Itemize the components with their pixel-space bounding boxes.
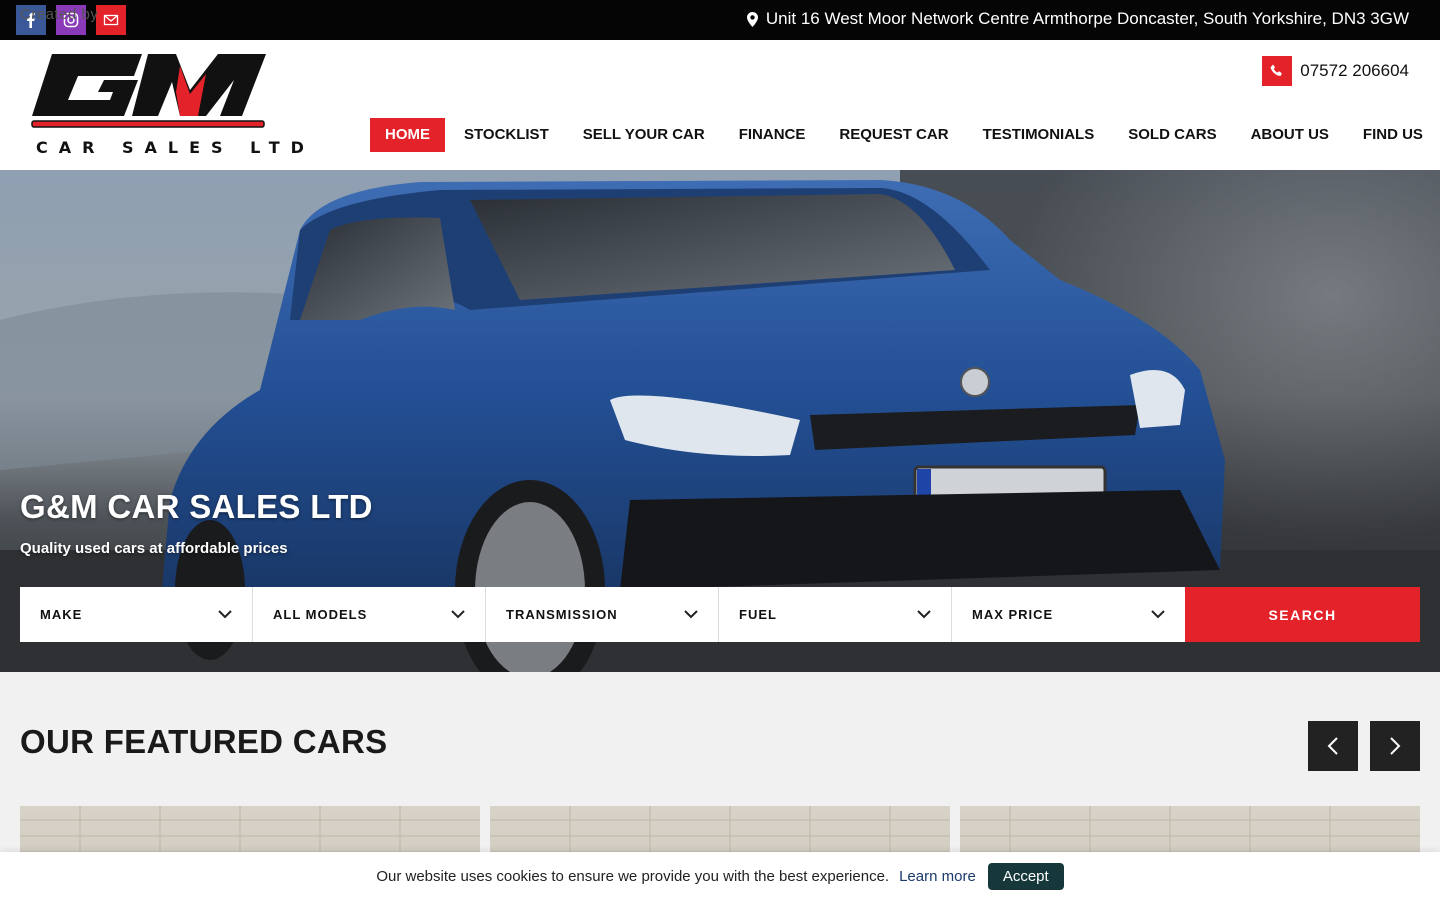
map-pin-icon (746, 11, 758, 27)
transmission-select[interactable]: TRANSMISSION (486, 587, 719, 642)
make-select-label: MAKE (40, 607, 83, 622)
hero-subtitle: Quality used cars at affordable prices (20, 540, 288, 557)
address-text: Unit 16 West Moor Network Centre Armthor… (765, 9, 1409, 28)
phone-contact[interactable]: 07572 206604 (1262, 56, 1409, 86)
nav-sell-your-car[interactable]: SELL YOUR CAR (568, 118, 720, 152)
chevron-down-icon (451, 610, 465, 619)
logo-tagline: CAR SALES LTD (36, 138, 315, 157)
chevron-down-icon (218, 610, 232, 619)
fuel-select[interactable]: FUEL (719, 587, 952, 642)
nav-stocklist[interactable]: STOCKLIST (449, 118, 564, 152)
hero-title: G&M CAR SALES LTD (20, 488, 373, 525)
main-nav: HOME STOCKLIST SELL YOUR CAR FINANCE REQ… (370, 118, 1440, 152)
hero-banner: G&M CAR SALES LTD Quality used cars at a… (0, 170, 1440, 672)
cookie-message: Our website uses cookies to ensure we pr… (376, 867, 890, 885)
chevron-down-icon (1151, 610, 1165, 619)
search-filter-bar: MAKE ALL MODELS TRANSMISSION FUEL MAX PR… (20, 587, 1420, 642)
nav-request-car[interactable]: REQUEST CAR (824, 118, 963, 152)
email-button[interactable] (96, 5, 126, 35)
site-header: CAR SALES LTD 07572 206604 HOME STOCKLIS… (0, 40, 1440, 170)
model-select-label: ALL MODELS (273, 607, 368, 622)
chevron-right-icon (1390, 737, 1401, 755)
nav-sold-cars[interactable]: SOLD CARS (1113, 118, 1231, 152)
top-bar: Created by Unit 16 West Moor Network Cen… (0, 0, 1440, 40)
search-button[interactable]: SEARCH (1185, 587, 1420, 642)
transmission-select-label: TRANSMISSION (506, 607, 618, 622)
address: Unit 16 West Moor Network Centre Armthor… (746, 9, 1409, 29)
cookie-accept-button[interactable]: Accept (987, 862, 1064, 890)
nav-find-us[interactable]: FIND US (1348, 118, 1438, 152)
nav-testimonials[interactable]: TESTIMONIALS (968, 118, 1110, 152)
phone-icon-box (1262, 56, 1293, 86)
model-select[interactable]: ALL MODELS (253, 587, 486, 642)
chevron-down-icon (917, 610, 931, 619)
logo[interactable]: CAR SALES LTD (30, 52, 304, 158)
max-price-select-label: MAX PRICE (972, 607, 1054, 622)
phone-icon (1270, 64, 1283, 76)
carousel-prev-button[interactable] (1308, 721, 1358, 771)
make-select[interactable]: MAKE (20, 587, 253, 642)
nav-about-us[interactable]: ABOUT US (1236, 118, 1344, 152)
fuel-select-label: FUEL (739, 607, 777, 622)
nav-home[interactable]: HOME (370, 118, 445, 152)
chevron-left-icon (1327, 737, 1338, 755)
carousel-next-button[interactable] (1370, 721, 1420, 771)
featured-cars-heading: OUR FEATURED CARS (20, 723, 388, 760)
mail-icon (103, 14, 119, 26)
nav-finance[interactable]: FINANCE (724, 118, 821, 152)
cookie-banner: Our website uses cookies to ensure we pr… (0, 852, 1440, 900)
cookie-learn-more-link[interactable]: Learn more (899, 868, 976, 885)
max-price-select[interactable]: MAX PRICE (952, 587, 1185, 642)
created-by-text: Created by (20, 6, 99, 23)
phone-number: 07572 206604 (1300, 61, 1409, 80)
chevron-down-icon (684, 610, 698, 619)
